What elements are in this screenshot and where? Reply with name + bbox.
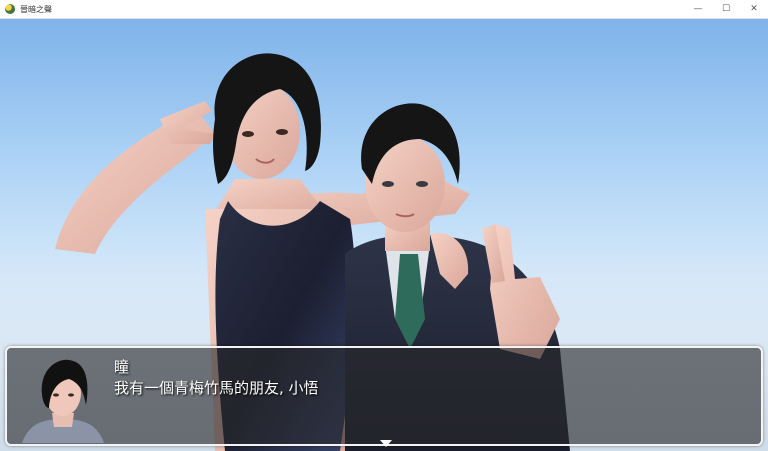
dialogue-box[interactable]: 瞳 我有一個青梅竹馬的朋友, 小悟 [5,346,763,447]
speaker-portrait [14,353,112,443]
speaker-name: 瞳 [114,358,130,376]
app-icon [5,4,15,14]
dialogue-message: 我有一個青梅竹馬的朋友, 小悟 [114,379,319,397]
game-window: 晉暗之聲 — ☐ ✕ 瞳 我有一個青梅竹馬的朋友, 小悟 [0,0,768,451]
close-button[interactable]: ✕ [740,0,768,18]
triangle-down-icon[interactable] [380,440,392,447]
game-scene[interactable]: 瞳 我有一個青梅竹馬的朋友, 小悟 [0,19,768,451]
window-title: 晉暗之聲 [20,4,52,14]
title-bar: 晉暗之聲 — ☐ ✕ [0,0,768,19]
window-controls: — ☐ ✕ [684,0,768,18]
minimize-button[interactable]: — [684,0,712,18]
speaker-face-image [22,359,104,443]
maximize-button[interactable]: ☐ [712,0,740,18]
